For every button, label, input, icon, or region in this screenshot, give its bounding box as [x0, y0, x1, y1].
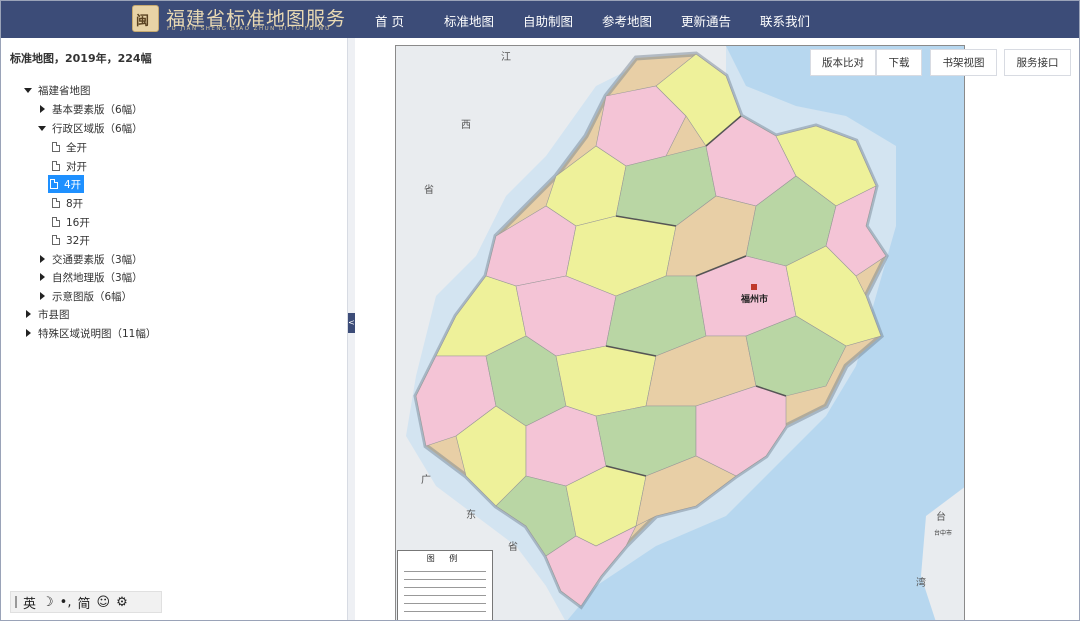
tree-item-natural-geography[interactable]: 自然地理版（3幅） [38, 268, 143, 286]
tree-item-city-county-maps[interactable]: 市县图 [24, 305, 70, 323]
document-icon [52, 161, 60, 171]
nav-reference-map[interactable]: 参考地图 [602, 11, 652, 30]
tree-item-traffic-elements[interactable]: 交通要素版（3幅） [38, 250, 143, 268]
download-button[interactable]: 下载 [876, 49, 922, 76]
map-label-wan: 湾 [916, 578, 926, 589]
tree-item-basic-elements[interactable]: 基本要素版（6幅） [38, 100, 143, 118]
map-label-taizhong: 台中市 [934, 530, 953, 537]
tree-item-full-sheet[interactable]: 全开 [52, 138, 87, 156]
emoji-icon[interactable]: ☺ [97, 595, 111, 610]
document-icon [52, 217, 60, 227]
map-label-jiang: 江 [501, 52, 511, 63]
caret-down-icon[interactable] [24, 87, 32, 93]
document-icon [52, 142, 60, 152]
tree-item-label: 全开 [66, 141, 87, 154]
tree-item-label: 对开 [66, 160, 87, 173]
tree-item-quarter-sheet[interactable]: 4开 [48, 175, 85, 193]
moon-icon[interactable]: ☽ [42, 595, 54, 610]
catalog-title: 标准地图，2019年，224幅 [10, 52, 152, 65]
tree-item-special-regions[interactable]: 特殊区域说明图（11幅） [24, 324, 156, 342]
nav-home[interactable]: 首 页 [375, 11, 404, 30]
map-label-guang: 广 [421, 475, 431, 486]
map-viewer[interactable]: 江 西 省 广 东 省 台 湾 福州市 台中市 图 例 版本比对 下载 书架视图… [355, 38, 1079, 620]
caret-right-icon[interactable] [40, 105, 45, 113]
tree-item-schematic[interactable]: 示意图版（6幅） [38, 287, 132, 305]
tree-item-label: 特殊区域说明图（11幅） [38, 327, 157, 340]
tree-item-half-sheet[interactable]: 对开 [52, 157, 87, 175]
caret-right-icon[interactable] [40, 292, 45, 300]
nav-standard-map[interactable]: 标准地图 [444, 11, 494, 30]
tree-item-admin-divisions[interactable]: 行政区域版（6幅） [38, 119, 143, 137]
gear-icon[interactable]: ⚙ [116, 595, 128, 610]
ime-simplified-toggle[interactable]: 简 [77, 593, 90, 612]
map-label-fuzhou: 福州市 [741, 295, 769, 305]
caret-right-icon[interactable] [26, 329, 31, 337]
ime-language-toggle[interactable]: 英 [23, 593, 36, 612]
tree-item-label: 示意图版（6幅） [52, 290, 133, 303]
document-icon [50, 179, 58, 189]
nav-update-notices[interactable]: 更新通告 [681, 11, 731, 30]
tree-item-16-sheet[interactable]: 16开 [52, 213, 90, 231]
tree-item-eighth-sheet[interactable]: 8开 [52, 194, 83, 212]
caret-right-icon[interactable] [26, 310, 31, 318]
tree-item-label: 基本要素版（6幅） [52, 103, 143, 116]
map-drawing [396, 46, 964, 620]
ime-toolbar: 英 ☽ •, 简 ☺ ⚙ [10, 591, 162, 613]
map-label-sheng-2: 省 [508, 542, 518, 553]
legend-row [404, 595, 486, 596]
tree-item-label: 16开 [66, 216, 90, 229]
logo-glyph: 闽 [136, 14, 150, 29]
bookshelf-view-button[interactable]: 书架视图 [930, 49, 997, 76]
caret-right-icon[interactable] [40, 255, 45, 263]
tree-item-label: 福建省地图 [38, 84, 91, 97]
site-logo[interactable]: 闽 [132, 5, 159, 32]
legend-row [404, 579, 486, 580]
ime-punctuation-toggle[interactable]: •, [60, 595, 72, 610]
map-label-dong: 东 [466, 510, 476, 521]
tree-item-label: 市县图 [38, 308, 70, 321]
legend-title: 图 例 [426, 554, 464, 563]
nav-contact-us[interactable]: 联系我们 [760, 11, 810, 30]
top-header: 闽 福建省标准地图服务 FU JIAN SHENG BIAO ZHUN DI T… [1, 1, 1079, 38]
legend-row [404, 611, 486, 612]
caret-down-icon[interactable] [38, 125, 46, 131]
service-api-button[interactable]: 服务接口 [1004, 49, 1071, 76]
app-window: 闽 福建省标准地图服务 FU JIAN SHENG BIAO ZHUN DI T… [0, 0, 1080, 621]
document-icon [52, 235, 60, 245]
tree-item-label: 8开 [66, 197, 84, 210]
capital-marker [751, 284, 757, 290]
tree-item-label: 行政区域版（6幅） [52, 122, 143, 135]
tree-item-label: 自然地理版（3幅） [52, 271, 143, 284]
map-label-sheng: 省 [424, 185, 434, 196]
map-label-xi: 西 [461, 120, 471, 131]
map-legend: 图 例 [397, 550, 493, 620]
tree-item-label: 32开 [66, 234, 90, 247]
tree-item-fujian-map[interactable]: 福建省地图 [24, 81, 91, 99]
legend-row [404, 587, 486, 588]
site-subtitle: FU JIAN SHENG BIAO ZHUN DI TU FU WU [167, 26, 331, 32]
collapse-sidebar-button[interactable]: < [348, 313, 355, 333]
drag-grip-icon[interactable] [15, 596, 17, 608]
map-label-tai: 台 [936, 512, 946, 523]
legend-row [404, 603, 486, 604]
tree-item-label: 4开 [64, 178, 82, 191]
caret-right-icon[interactable] [40, 273, 45, 281]
fujian-map-image[interactable]: 江 西 省 广 东 省 台 湾 福州市 台中市 [395, 45, 965, 620]
catalog-sidebar: 标准地图，2019年，224幅 福建省地图 基本要素版（6幅） 行政区域版（6幅… [2, 38, 347, 620]
tree-item-32-sheet[interactable]: 32开 [52, 231, 90, 249]
legend-row [404, 571, 486, 572]
document-icon [52, 198, 60, 208]
tree-item-label: 交通要素版（3幅） [52, 253, 143, 266]
county-patch [555, 345, 657, 417]
nav-self-mapping[interactable]: 自助制图 [523, 11, 573, 30]
version-compare-button[interactable]: 版本比对 [810, 49, 876, 76]
